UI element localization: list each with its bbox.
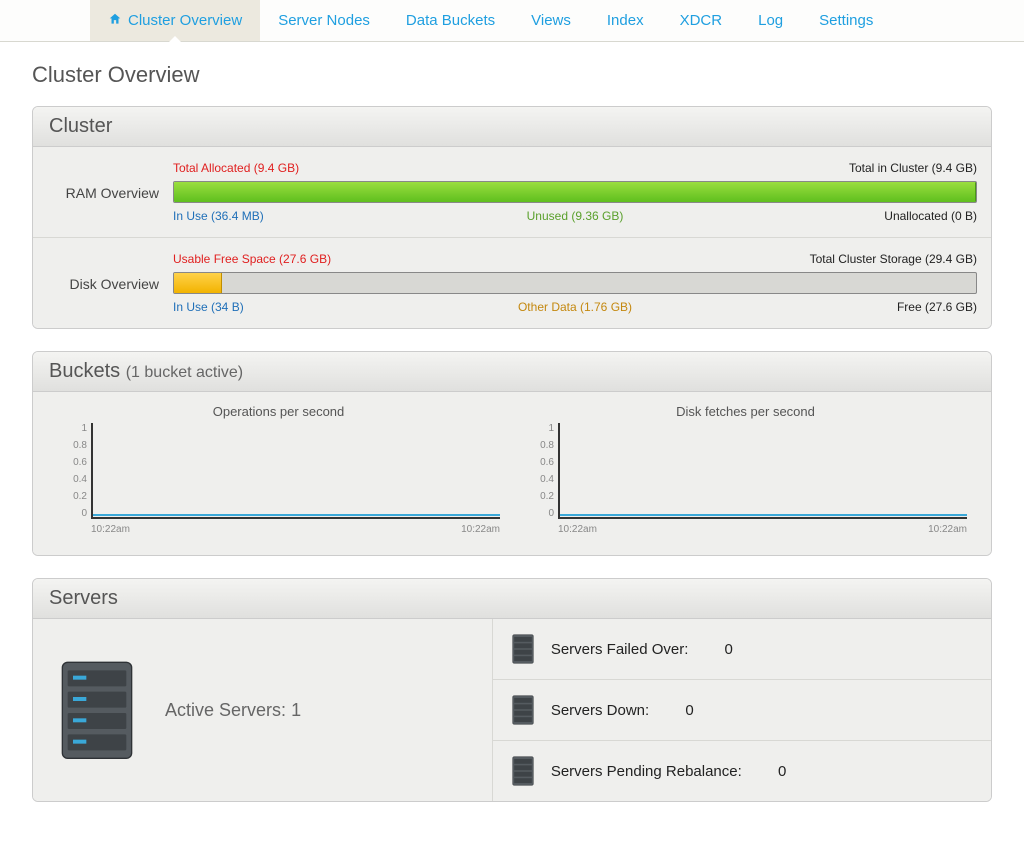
top-nav: Cluster Overview Server Nodes Data Bucke… [0, 0, 1024, 42]
xtick: 10:22am [928, 524, 967, 535]
chart-xticks: 10:22am 10:22am [558, 524, 967, 535]
disk-bar-other-segment [174, 273, 222, 293]
ram-overview-row: RAM Overview Total Allocated (9.4 GB) To… [33, 147, 991, 237]
servers-panel: Servers Active Servers: 1 [32, 578, 992, 802]
chart-yticks: 1 0.8 0.6 0.4 0.2 0 [528, 423, 554, 519]
ram-in-use: In Use (36.4 MB) [173, 209, 264, 223]
disk-usable-free: Usable Free Space (27.6 GB) [173, 252, 331, 266]
active-servers-block: Active Servers: 1 [33, 619, 493, 801]
xtick: 10:22am [91, 524, 130, 535]
server-rack-icon [511, 633, 535, 665]
ram-usage-bar [173, 181, 977, 203]
ytick: 0 [528, 508, 554, 519]
tab-label: XDCR [680, 12, 723, 29]
tab-label: Log [758, 12, 783, 29]
servers-down-row: Servers Down: 0 [493, 679, 991, 740]
row-label: Servers Failed Over: [551, 641, 689, 658]
ytick: 1 [528, 423, 554, 434]
disk-free: Free (27.6 GB) [897, 300, 977, 314]
ytick: 0.6 [528, 457, 554, 468]
buckets-subtitle: (1 bucket active) [126, 364, 243, 381]
page-title: Cluster Overview [32, 62, 992, 88]
tab-label: Data Buckets [406, 12, 495, 29]
chart-data-line [93, 514, 500, 516]
row-value: 0 [685, 702, 693, 719]
ytick: 0 [61, 508, 87, 519]
active-servers-count: 1 [291, 700, 301, 720]
tab-server-nodes[interactable]: Server Nodes [260, 0, 388, 41]
buckets-panel: Buckets (1 bucket active) Operations per… [32, 351, 992, 556]
row-value: 0 [778, 763, 786, 780]
chart-title: Disk fetches per second [524, 404, 967, 419]
buckets-panel-header: Buckets (1 bucket active) [33, 352, 991, 392]
cluster-panel: Cluster RAM Overview Total Allocated (9.… [32, 106, 992, 329]
ytick: 1 [61, 423, 87, 434]
tab-label: Index [607, 12, 644, 29]
tab-cluster-overview[interactable]: Cluster Overview [90, 0, 260, 41]
disk-other-data: Other Data (1.76 GB) [518, 300, 632, 314]
disk-usage-bar [173, 272, 977, 294]
chart-yticks: 1 0.8 0.6 0.4 0.2 0 [61, 423, 87, 519]
ytick: 0.8 [61, 440, 87, 451]
tab-xdcr[interactable]: XDCR [662, 0, 741, 41]
chart-plot-area [558, 423, 967, 519]
ram-bar-allocated-segment [174, 182, 976, 202]
home-icon [108, 1, 122, 43]
ytick: 0.8 [528, 440, 554, 451]
cluster-panel-header: Cluster [33, 107, 991, 147]
tab-label: Cluster Overview [128, 12, 242, 29]
chart-data-line [560, 514, 967, 516]
tab-label: Server Nodes [278, 12, 370, 29]
ram-unallocated: Unallocated (0 B) [884, 209, 977, 223]
servers-panel-header: Servers [33, 579, 991, 619]
chart-plot-area [91, 423, 500, 519]
ytick: 0.2 [61, 491, 87, 502]
tab-log[interactable]: Log [740, 0, 801, 41]
disk-fetches-chart: Disk fetches per second 1 0.8 0.6 0.4 0.… [524, 404, 967, 533]
ram-overview-label: RAM Overview [33, 147, 173, 237]
active-servers-label: Active Servers: 1 [165, 700, 301, 721]
tab-label: Views [531, 12, 571, 29]
row-value: 0 [725, 641, 733, 658]
ram-total-in-cluster: Total in Cluster (9.4 GB) [849, 161, 977, 175]
xtick: 10:22am [461, 524, 500, 535]
server-rack-icon [511, 694, 535, 726]
disk-total-storage: Total Cluster Storage (29.4 GB) [810, 252, 977, 266]
server-rack-icon [57, 657, 137, 764]
disk-in-use: In Use (34 B) [173, 300, 244, 314]
buckets-title: Buckets [49, 360, 120, 382]
ytick: 0.4 [61, 474, 87, 485]
tab-label: Settings [819, 12, 873, 29]
ytick: 0.6 [61, 457, 87, 468]
ops-per-second-chart: Operations per second 1 0.8 0.6 0.4 0.2 … [57, 404, 500, 533]
xtick: 10:22am [558, 524, 597, 535]
active-servers-text: Active Servers: [165, 700, 286, 720]
servers-failed-over-row: Servers Failed Over: 0 [493, 619, 991, 679]
tab-index[interactable]: Index [589, 0, 662, 41]
ram-total-allocated: Total Allocated (9.4 GB) [173, 161, 299, 175]
row-label: Servers Down: [551, 702, 649, 719]
tab-views[interactable]: Views [513, 0, 589, 41]
ytick: 0.2 [528, 491, 554, 502]
server-rack-icon [511, 755, 535, 787]
ram-unused: Unused (9.36 GB) [527, 209, 624, 223]
ytick: 0.4 [528, 474, 554, 485]
disk-overview-label: Disk Overview [33, 238, 173, 328]
tab-data-buckets[interactable]: Data Buckets [388, 0, 513, 41]
row-label: Servers Pending Rebalance: [551, 763, 742, 780]
chart-xticks: 10:22am 10:22am [91, 524, 500, 535]
chart-title: Operations per second [57, 404, 500, 419]
tab-settings[interactable]: Settings [801, 0, 891, 41]
disk-overview-row: Disk Overview Usable Free Space (27.6 GB… [33, 237, 991, 328]
